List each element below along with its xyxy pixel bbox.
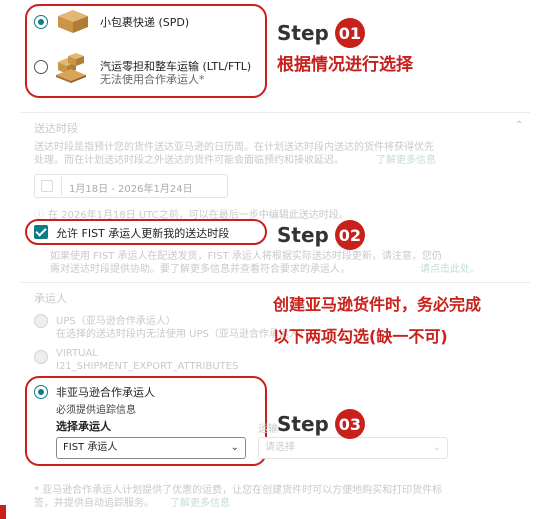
edge-marker — [0, 505, 6, 519]
step1-number: 01 — [334, 18, 365, 48]
spd-radio[interactable] — [34, 15, 48, 29]
virtual-sublabel: I21_SHIPMENT_EXPORT_ATTRIBUTES — [56, 361, 239, 372]
step1-word: Step — [277, 21, 329, 45]
allow-update-label: 允许 FIST 承运人更新我的送达时段 — [56, 227, 230, 240]
carrier-select-value: FIST 承运人 — [63, 442, 118, 453]
non-partner-sublabel: 必须提供追踪信息 — [56, 405, 136, 416]
select-carrier-label: 选择承运人 — [56, 420, 111, 433]
step2-word: Step — [277, 223, 329, 247]
step2-number: 02 — [334, 220, 365, 250]
step3-word: Step — [277, 412, 329, 436]
carrier-footnote-2: 签，并提供自动追踪服务。 — [34, 498, 154, 509]
step1-label: Step 01 — [277, 18, 365, 48]
mode-select-value: 请选择 — [265, 442, 295, 453]
divider — [20, 282, 530, 283]
divider — [20, 112, 530, 113]
calendar-icon — [41, 180, 53, 192]
package-box-icon — [58, 10, 88, 33]
allow-update-hint-2: 需对送达时段提供协助。要了解更多信息并查看符合要求的承运人， — [50, 264, 350, 275]
mode-label: 运输 — [258, 424, 278, 435]
delivery-window-learn-more[interactable]: 了解更多信息 — [376, 151, 436, 166]
carrier-footnote-link[interactable]: 了解更多信息 — [170, 494, 230, 509]
virtual-radio[interactable] — [34, 350, 48, 364]
chevron-down-icon: ⌄ — [432, 442, 441, 453]
allow-update-hint-link[interactable]: 请点击此处。 — [420, 260, 480, 275]
delivery-date-range: 1月18日 - 2026年1月24日 — [69, 184, 193, 195]
virtual-label: VIRTUAL — [56, 348, 98, 359]
non-partner-radio[interactable] — [34, 385, 48, 399]
non-partner-label: 非亚马逊合作承运人 — [56, 386, 155, 399]
ltl-sublabel: 无法使用合作承运人* — [100, 73, 205, 86]
ups-sublabel: 在选择的送达时段内无法使用 UPS（亚马逊合作承运人） — [56, 329, 309, 340]
ups-radio[interactable] — [34, 314, 48, 328]
carrier-select[interactable]: FIST 承运人 ⌄ — [56, 437, 246, 459]
allow-update-checkbox[interactable] — [34, 225, 48, 239]
step3-number: 03 — [334, 409, 365, 439]
step1-note: 根据情况进行选择 — [277, 55, 413, 75]
delivery-date-field[interactable]: 1月18日 - 2026年1月24日 — [34, 174, 228, 198]
step2-label: Step 02 — [277, 220, 365, 250]
important-note-1: 创建亚马逊货件时，务必完成 — [273, 295, 482, 314]
delivery-window-title: 送达时段 — [34, 122, 78, 135]
spd-label: 小包裹快递 (SPD) — [100, 16, 190, 29]
ltl-radio[interactable] — [34, 60, 48, 74]
collapse-chevron-icon[interactable]: ⌃ — [515, 120, 523, 131]
pallet-boxes-icon — [56, 53, 86, 83]
carrier-title: 承运人 — [34, 292, 67, 305]
step3-label: Step 03 — [277, 409, 365, 439]
delivery-window-desc-2: 处理。而在计划送达时段之外送达的货件可能会面临预约和接收延迟。 — [34, 155, 344, 166]
date-field-separator — [61, 177, 62, 195]
important-note-2: 以下两项勾选(缺一不可) — [273, 327, 448, 346]
chevron-down-icon: ⌄ — [230, 442, 239, 453]
mode-select[interactable]: 请选择 ⌄ — [258, 437, 448, 459]
